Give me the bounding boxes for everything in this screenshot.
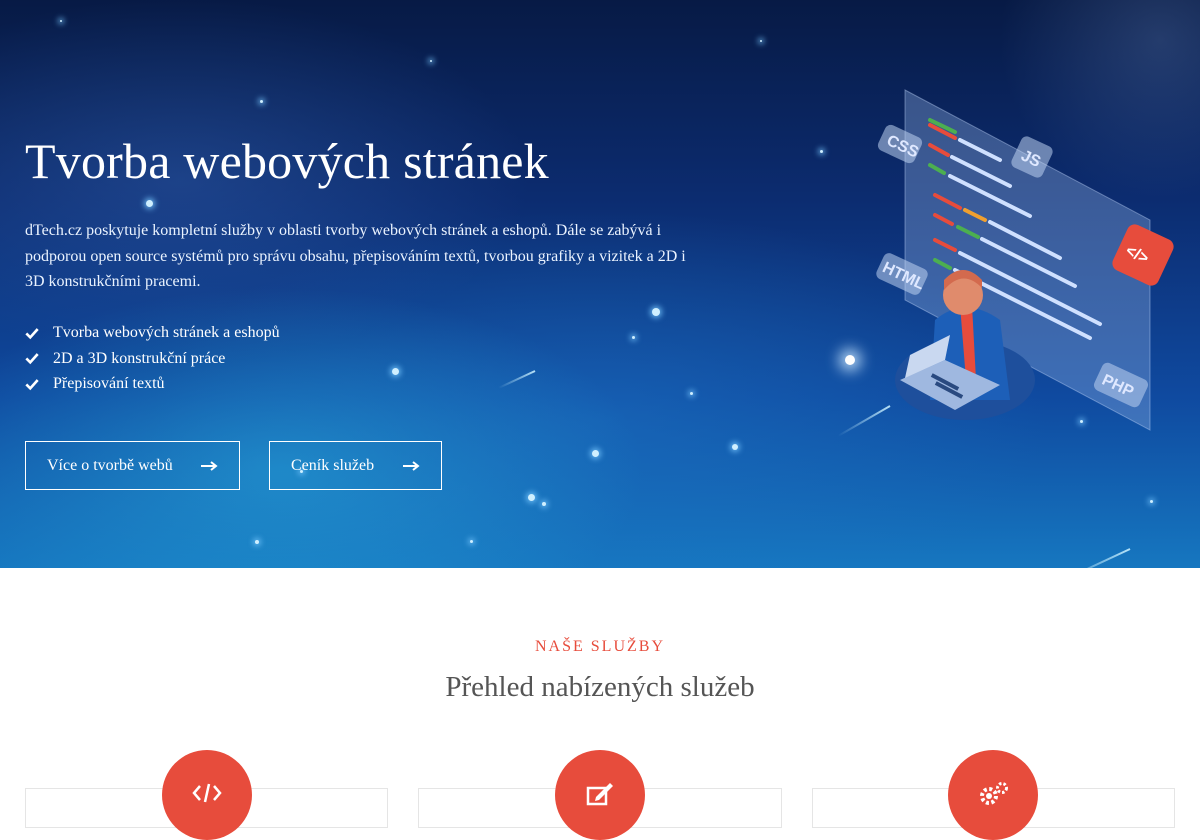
star [392, 368, 399, 375]
hero-section: Tvorba webových stránek dTech.cz poskytu… [0, 0, 1200, 568]
star [820, 150, 823, 153]
arrow-right-icon [403, 460, 420, 471]
hero-description: dTech.cz poskytuje kompletní služby v ob… [25, 222, 686, 290]
gears-icon [980, 782, 1008, 805]
star [60, 20, 62, 22]
service-icon-circle [162, 750, 252, 840]
about-web-button-label: Více o tvorbě webů [47, 456, 173, 474]
check-icon [25, 378, 39, 391]
pricing-button-label: Ceník služeb [291, 456, 375, 474]
star [470, 540, 473, 543]
star [260, 100, 263, 103]
pricing-button[interactable]: Ceník služeb [269, 441, 442, 490]
star [632, 336, 635, 339]
star [542, 502, 546, 506]
section-title: Přehled nabízených služeb [445, 671, 755, 703]
star [255, 540, 259, 544]
hero-title: Tvorba webových stránek [25, 133, 549, 189]
star [760, 40, 762, 42]
star [1150, 500, 1153, 503]
feature-item: 2D a 3D konstrukční práce [25, 346, 280, 372]
star [592, 450, 599, 457]
feature-label: 2D a 3D konstrukční práce [53, 349, 226, 367]
service-icon-circle [555, 750, 645, 840]
check-icon [25, 353, 39, 365]
shooting-star [498, 370, 536, 389]
check-icon [25, 327, 39, 340]
star [845, 355, 855, 365]
developer-illustration: CSS JS HTML PHP </> [876, 89, 1174, 431]
edit-icon [586, 783, 613, 806]
star [146, 200, 153, 207]
shooting-star [1057, 548, 1131, 568]
feature-item: Tvorba webových stránek a eshopů [25, 320, 280, 346]
arrow-right-icon [201, 460, 218, 471]
star [690, 392, 693, 395]
feature-label: Tvorba webových stránek a eshopů [53, 324, 280, 341]
code-icon [192, 783, 222, 803]
star [430, 60, 432, 62]
feature-item: Přepisování textů [25, 371, 280, 397]
star [732, 444, 738, 450]
feature-list: Tvorba webových stránek a eshopů 2D a 3D… [25, 320, 280, 397]
section-eyebrow: NAŠE SLUŽBY [534, 638, 665, 655]
star [528, 494, 535, 501]
feature-label: Přepisování textů [53, 375, 165, 392]
star [652, 308, 660, 316]
about-web-button[interactable]: Více o tvorbě webů [25, 441, 240, 490]
service-icon-circle [948, 750, 1038, 840]
